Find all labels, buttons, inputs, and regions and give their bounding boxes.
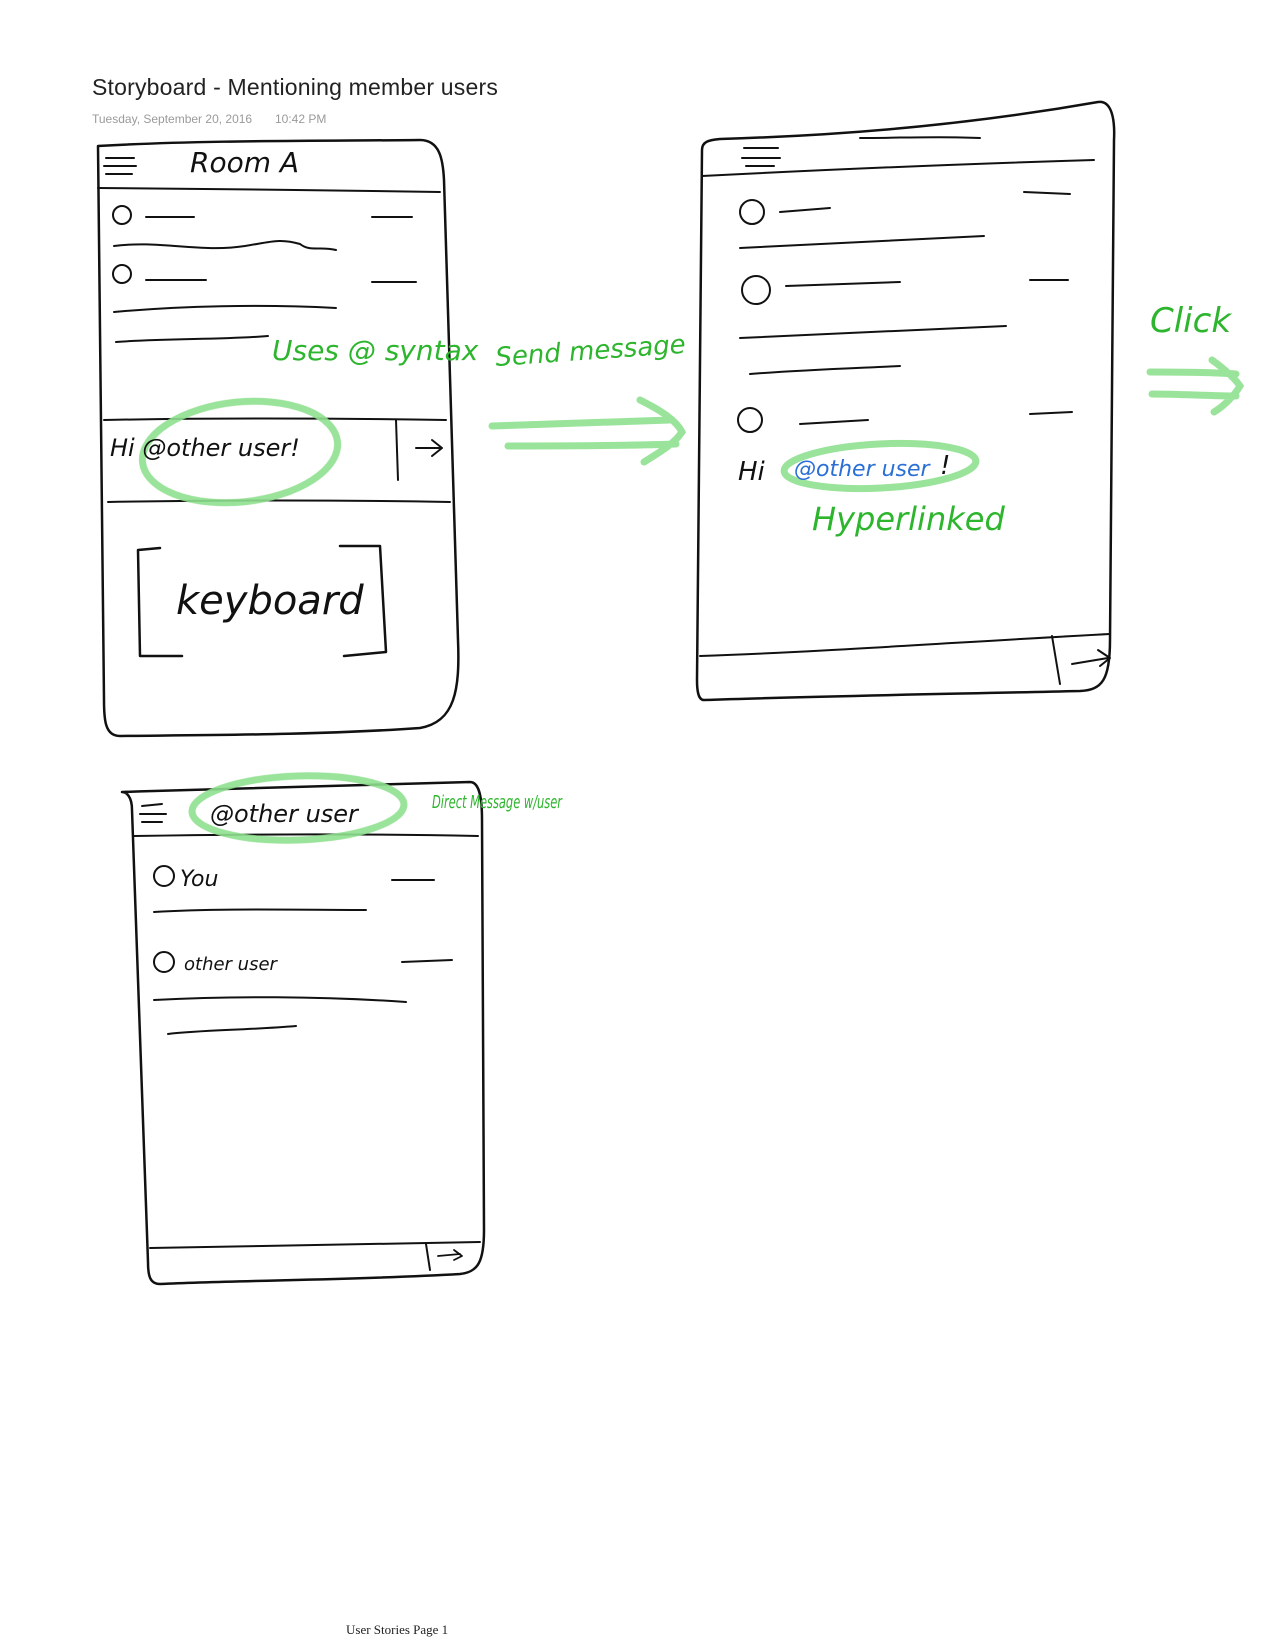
frame3-send-arrow — [437, 1249, 463, 1261]
frame3-header-title[interactable]: @other user — [210, 800, 360, 828]
frame2-avatar-1 — [739, 199, 765, 225]
frame2-avatar-3 — [737, 407, 763, 433]
frame3-menu-icon — [139, 803, 167, 823]
annotation-uses-syntax: Uses @ syntax — [272, 334, 479, 367]
annotation-click: Click — [1150, 301, 1232, 341]
annotation-hyperlinked: Hyperlinked — [812, 500, 1005, 538]
frame2-send-arrow — [1071, 649, 1111, 667]
frame3-msg1-author: You — [180, 867, 218, 892]
frame2-mention-link[interactable]: @other user — [794, 457, 932, 482]
annotation-direct-message-text: Direct Message w/user — [432, 792, 563, 813]
page-footer: User Stories Page 1 — [346, 1622, 449, 1637]
frame1-avatar-1 — [112, 205, 132, 225]
frame3-phone — [120, 780, 486, 1286]
frame2-outline — [695, 100, 1116, 702]
frame1-send-divider — [395, 419, 399, 481]
annotation-uses-syntax-text: Uses @ syntax — [272, 334, 479, 367]
frame2-header-divider — [701, 159, 1095, 177]
frame3-avatar-other — [153, 951, 175, 973]
frame1-room-title: Room A — [190, 146, 299, 179]
frame1-menu-icon — [103, 157, 137, 175]
frame2-message-suffix: ! — [940, 451, 950, 481]
frame1-header-divider — [97, 187, 441, 193]
frame1-input-text[interactable]: Hi @other user! — [110, 434, 300, 462]
frame3-avatar-you — [153, 865, 175, 887]
frame3-header-divider — [133, 833, 479, 837]
frame3-msg2-author: other user — [184, 954, 279, 975]
storyboard-sketch: Room A Hi @other user! keyboard Hi @othe… — [96, 100, 1245, 1286]
frame3-input-top — [149, 1241, 481, 1249]
frame2-menu-icon — [741, 147, 781, 167]
click-arrow — [1146, 356, 1245, 416]
frame1-input-bottom — [107, 499, 451, 503]
frame2-message-prefix: Hi — [738, 457, 766, 487]
frame2-phone — [695, 100, 1116, 702]
frame2-avatar-2 — [741, 275, 771, 305]
frame2-send-divider — [1051, 635, 1061, 685]
annotation-direct-message: Direct Message w/user — [432, 792, 563, 813]
annotation-send-message: Send message — [494, 330, 686, 373]
frame1-send-arrow — [415, 439, 443, 457]
frame3-send-divider — [425, 1243, 431, 1271]
frame1-avatar-2 — [112, 264, 132, 284]
frame1-keyboard-label: keyboard — [176, 578, 364, 624]
frame2-input-top — [699, 633, 1111, 657]
frame1-input-top — [103, 417, 447, 421]
send-arrow — [488, 396, 687, 466]
